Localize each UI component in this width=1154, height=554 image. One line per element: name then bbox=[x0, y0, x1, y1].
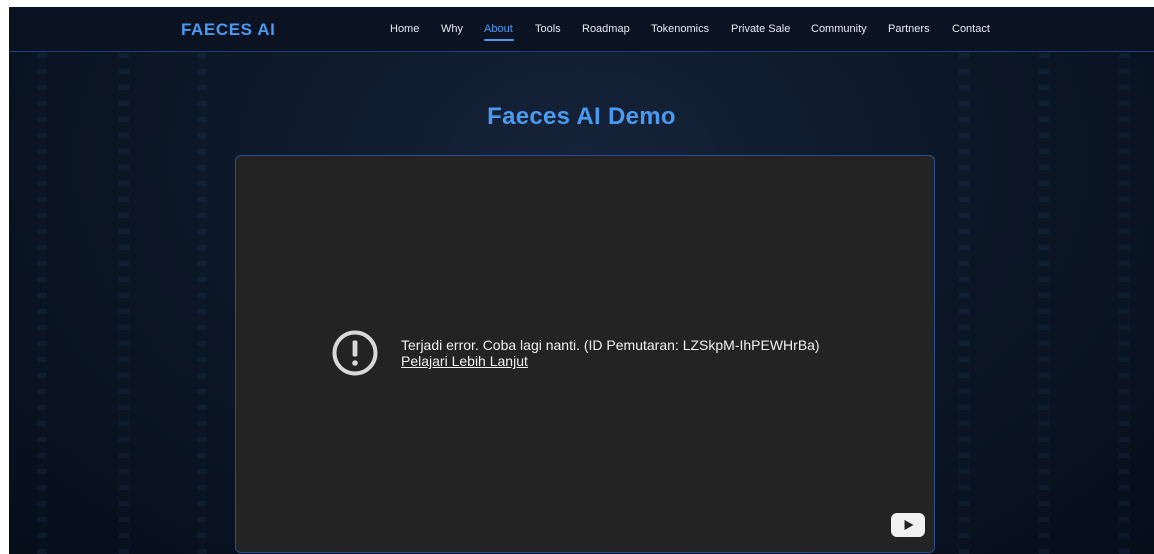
page: FAECES AI Home Why About Tools Roadmap T… bbox=[0, 0, 1154, 554]
nav-link-roadmap[interactable]: Roadmap bbox=[582, 23, 630, 35]
nav-link-home[interactable]: Home bbox=[390, 23, 419, 35]
nav-link-about[interactable]: About bbox=[484, 23, 513, 35]
top-navbar: FAECES AI Home Why About Tools Roadmap T… bbox=[9, 7, 1154, 52]
video-error-message: Terjadi error. Coba lagi nanti. (ID Pemu… bbox=[401, 337, 820, 353]
section-title: Faeces AI Demo bbox=[487, 103, 676, 130]
exclamation-circle-icon bbox=[332, 330, 378, 376]
youtube-logo-icon[interactable] bbox=[891, 513, 925, 537]
nav-link-community[interactable]: Community bbox=[811, 23, 867, 35]
learn-more-link[interactable]: Pelajari Lebih Lanjut bbox=[401, 354, 528, 369]
nav-link-contact[interactable]: Contact bbox=[952, 23, 990, 35]
nav-link-tokenomics[interactable]: Tokenomics bbox=[651, 23, 709, 35]
nav-link-private-sale[interactable]: Private Sale bbox=[731, 23, 790, 35]
browser-viewport: FAECES AI Home Why About Tools Roadmap T… bbox=[9, 7, 1154, 554]
nav-link-partners[interactable]: Partners bbox=[888, 23, 930, 35]
active-nav-indicator bbox=[484, 39, 514, 41]
brand-logo-text[interactable]: FAECES AI bbox=[181, 20, 276, 40]
video-embed[interactable]: Terjadi error. Coba lagi nanti. (ID Pemu… bbox=[235, 155, 935, 553]
nav-link-why[interactable]: Why bbox=[441, 23, 463, 35]
nav-link-tools[interactable]: Tools bbox=[535, 23, 561, 35]
